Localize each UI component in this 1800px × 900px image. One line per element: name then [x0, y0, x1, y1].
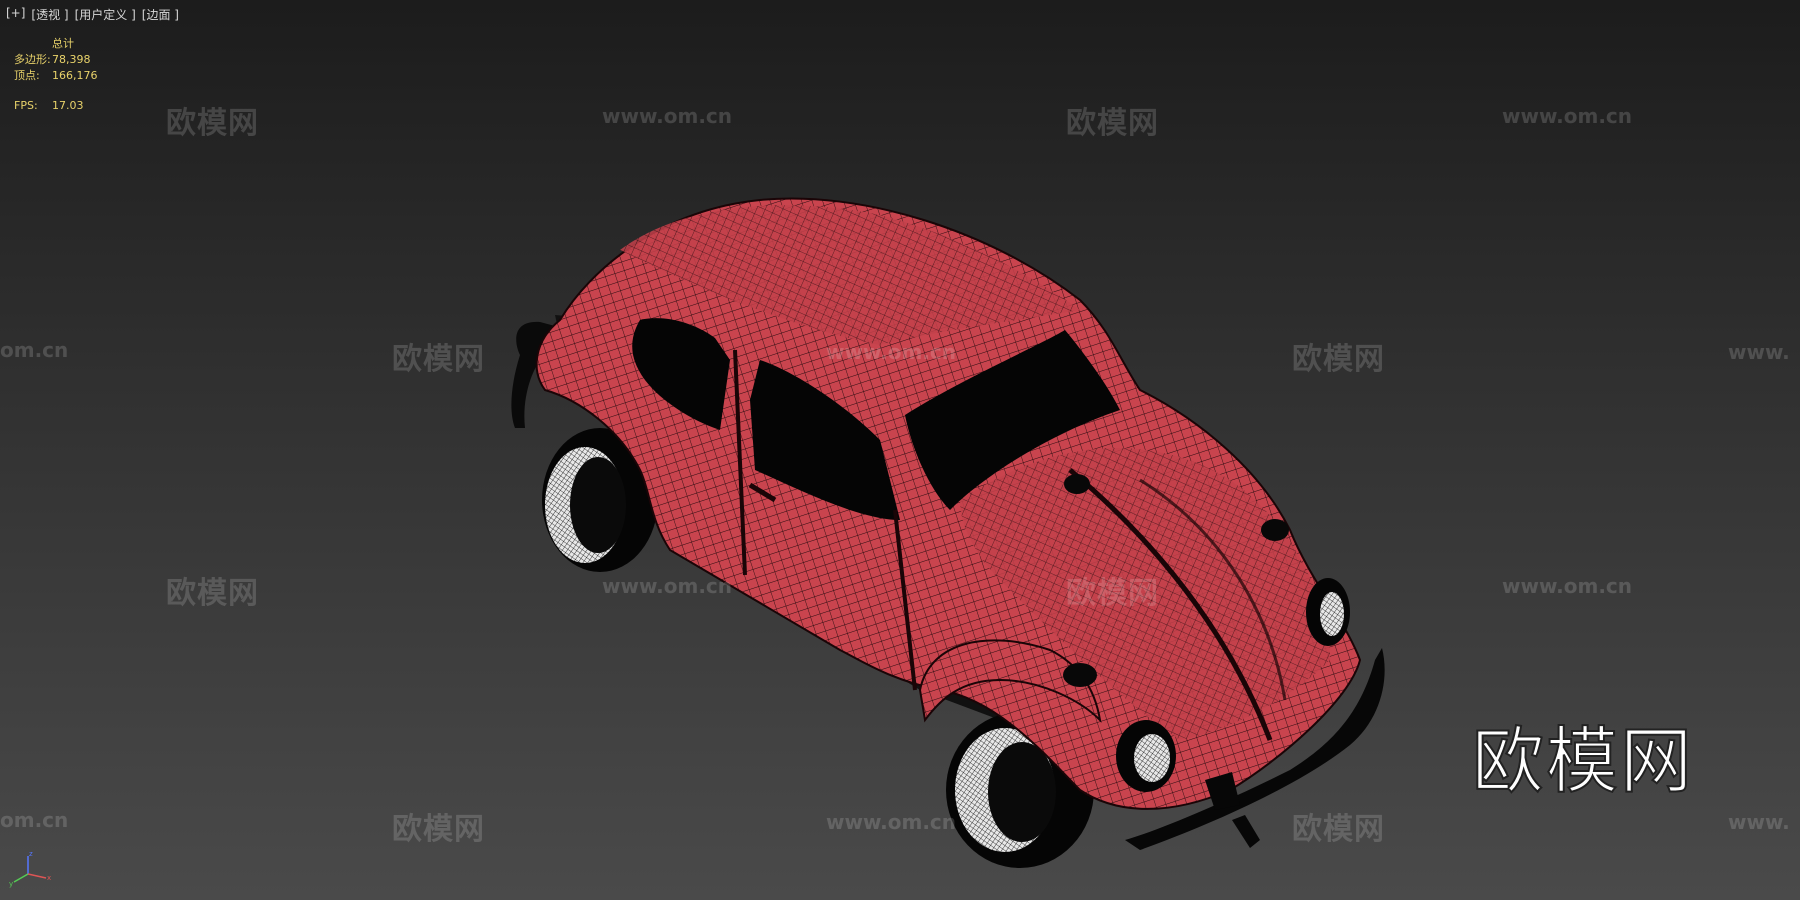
axis-gizmo-icon: z y x — [9, 850, 51, 888]
polygons-label: 多边形: — [14, 53, 51, 66]
viewport-edges-menu[interactable]: [边面 ] — [142, 6, 179, 23]
fps-value: 17.03 — [52, 99, 84, 112]
viewport-view-menu[interactable]: [透视 ] — [31, 6, 68, 23]
viewport-plus-menu[interactable]: [+] — [6, 6, 25, 23]
viewport-shading-menu[interactable]: [用户定义 ] — [75, 6, 136, 23]
3d-viewport[interactable]: [+] [透视 ] [用户定义 ] [边面 ] 总计 多边形: 78,398 顶… — [0, 0, 1800, 900]
vertices-label: 顶点: — [14, 69, 40, 82]
svg-text:y: y — [9, 880, 13, 888]
fps-label: FPS: — [14, 99, 38, 112]
stats-fps-row: FPS: 17.03 — [14, 98, 98, 114]
stats-header: 总计 — [52, 37, 74, 50]
svg-text:x: x — [47, 874, 51, 882]
stats-polygons-row: 多边形: 78,398 — [14, 52, 98, 68]
viewport-label-menu: [+] [透视 ] [用户定义 ] [边面 ] — [6, 6, 179, 23]
stats-vertices-row: 顶点: 166,176 — [14, 68, 98, 84]
brand-logo: 欧模网 — [1471, 718, 1695, 804]
svg-text:z: z — [29, 850, 33, 858]
vertices-value: 166,176 — [52, 69, 98, 82]
statistics-overlay: 总计 多边形: 78,398 顶点: 166,176 FPS: 17.03 — [14, 36, 98, 114]
polygons-value: 78,398 — [52, 53, 91, 66]
